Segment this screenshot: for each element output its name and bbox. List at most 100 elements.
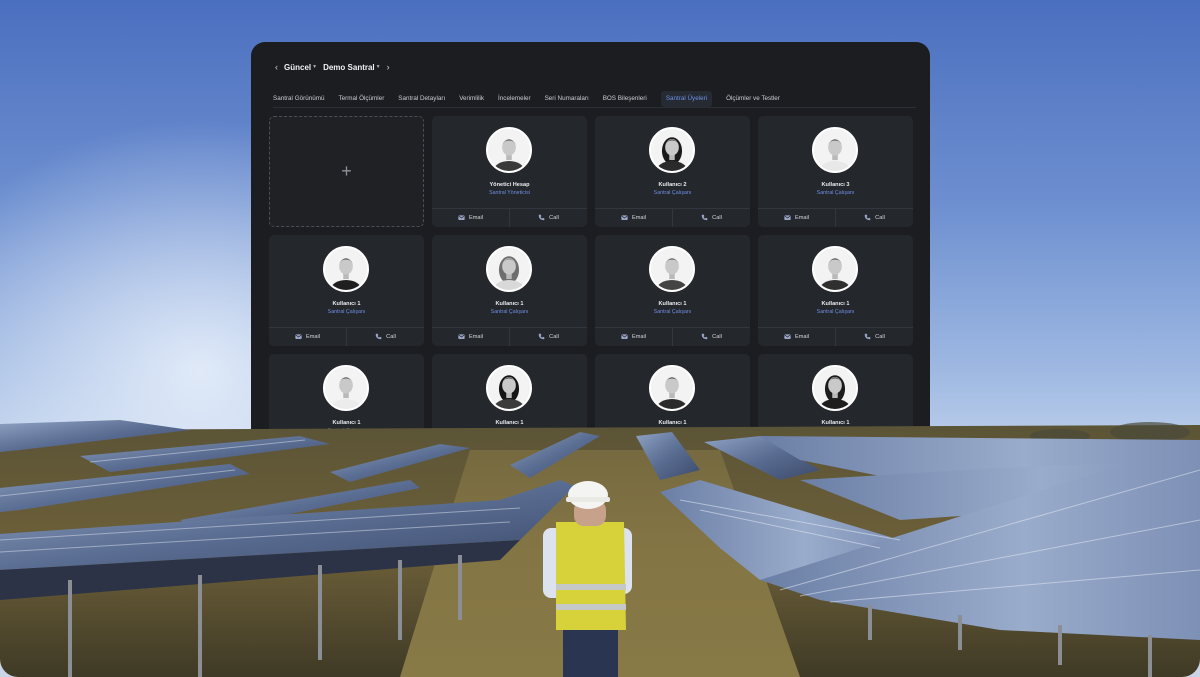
member-card[interactable]: Kullanıcı 1 Santral Çalışanı Email Call: [595, 235, 750, 346]
member-card[interactable]: Kullanıcı 2 Santral Çalışanı Email Call: [595, 116, 750, 227]
tab-termal-l-mler[interactable]: Termal Ölçümler: [338, 91, 384, 107]
call-label: Call: [549, 334, 559, 340]
email-button[interactable]: Email: [758, 209, 835, 227]
card-actions: Email Call: [432, 208, 587, 227]
email-label: Email: [306, 453, 320, 459]
email-button[interactable]: Email: [432, 447, 509, 462]
tab-santral-detaylar[interactable]: Santral Detayları: [398, 91, 445, 107]
mail-icon: [295, 333, 302, 342]
email-button[interactable]: Email: [432, 328, 509, 346]
tab-santral-yeleri[interactable]: Santral Üyeleri: [660, 90, 713, 107]
email-label: Email: [795, 453, 809, 459]
mail-icon: [621, 452, 628, 461]
call-label: Call: [712, 453, 722, 459]
member-name: Yönetici Hesap: [489, 182, 530, 188]
avatar: [812, 246, 858, 292]
member-name: Kullanıcı 2: [658, 182, 687, 188]
period-selector[interactable]: Güncel ▼: [284, 63, 317, 72]
call-button[interactable]: Call: [509, 209, 587, 227]
email-label: Email: [795, 215, 809, 221]
call-label: Call: [875, 453, 885, 459]
email-label: Email: [632, 453, 646, 459]
app-window: ‹ Güncel ▼ Demo Santral ▼ › Santral Görü…: [251, 42, 930, 462]
mail-icon: [784, 333, 791, 342]
call-button[interactable]: Call: [509, 328, 587, 346]
card-actions: Email Call: [758, 327, 913, 346]
email-label: Email: [632, 334, 646, 340]
tab-verimlilik[interactable]: Verimlilik: [459, 91, 484, 107]
member-role: Santral Çalışanı: [653, 190, 692, 196]
avatar: [323, 365, 369, 411]
member-name: Kullanıcı 3: [821, 182, 850, 188]
chevron-left-icon[interactable]: ‹: [275, 62, 278, 72]
card-actions: Email Call: [595, 327, 750, 346]
member-card[interactable]: Kullanıcı 1 Santral Çalışanı Email Call: [432, 354, 587, 462]
period-label: Güncel: [284, 62, 312, 72]
call-label: Call: [712, 334, 722, 340]
tab-bos-bile-enleri[interactable]: BOS Bileşenleri: [603, 91, 647, 107]
avatar: [486, 365, 532, 411]
breadcrumb: ‹ Güncel ▼ Demo Santral ▼ ›: [275, 60, 390, 74]
member-card[interactable]: Kullanıcı 1 Santral Çalışanı Email Call: [432, 235, 587, 346]
call-button[interactable]: Call: [672, 328, 750, 346]
call-button[interactable]: Call: [346, 447, 424, 462]
email-label: Email: [306, 334, 320, 340]
avatar: [649, 365, 695, 411]
email-label: Email: [632, 215, 646, 221]
phone-icon: [538, 333, 545, 342]
email-button[interactable]: Email: [269, 328, 346, 346]
member-card[interactable]: Kullanıcı 1 Santral Çalışanı Email Call: [269, 354, 424, 462]
member-card[interactable]: Kullanıcı 1 Santral Çalışanı Email Call: [758, 235, 913, 346]
card-actions: Email Call: [432, 327, 587, 346]
member-role: Santral Yöneticisi: [489, 190, 530, 196]
mail-icon: [458, 214, 465, 223]
phone-icon: [864, 333, 871, 342]
call-button[interactable]: Call: [835, 328, 913, 346]
member-role: Santral Çalışanı: [490, 309, 529, 315]
call-button[interactable]: Call: [835, 447, 913, 462]
chevron-right-icon[interactable]: ›: [387, 62, 390, 72]
phone-icon: [538, 214, 545, 223]
member-role: Santral Çalışanı: [816, 309, 855, 315]
mail-icon: [458, 333, 465, 342]
email-button[interactable]: Email: [595, 328, 672, 346]
phone-icon: [864, 214, 871, 223]
call-label: Call: [712, 215, 722, 221]
tab-seri-numaralar[interactable]: Seri Numaraları: [545, 91, 589, 107]
tab-l-mler-ve-testler[interactable]: Ölçümler ve Testler: [726, 91, 780, 107]
call-button[interactable]: Call: [672, 209, 750, 227]
member-role: Santral Çalışanı: [816, 190, 855, 196]
phone-icon: [701, 452, 708, 461]
call-button[interactable]: Call: [346, 328, 424, 346]
call-button[interactable]: Call: [835, 209, 913, 227]
tab-i-ncelemeler[interactable]: İncelemeler: [498, 91, 531, 107]
member-card[interactable]: Kullanıcı 1 Santral Çalışanı Email Call: [595, 354, 750, 462]
member-role: Santral Çalışanı: [327, 309, 366, 315]
plus-icon: +: [341, 161, 352, 181]
email-button[interactable]: Email: [758, 447, 835, 462]
email-button[interactable]: Email: [269, 447, 346, 462]
email-button[interactable]: Email: [432, 209, 509, 227]
tab-santral-g-r-n-m[interactable]: Santral Görünümü: [273, 91, 324, 107]
phone-icon: [864, 452, 871, 461]
call-button[interactable]: Call: [672, 447, 750, 462]
card-actions: Email Call: [269, 327, 424, 346]
phone-icon: [701, 333, 708, 342]
mail-icon: [621, 214, 628, 223]
call-label: Call: [875, 215, 885, 221]
email-button[interactable]: Email: [758, 328, 835, 346]
plant-selector[interactable]: Demo Santral ▼: [323, 63, 381, 72]
member-card[interactable]: Kullanıcı 1 Santral Çalışanı Email Call: [269, 235, 424, 346]
add-member-card[interactable]: +: [269, 116, 424, 227]
mail-icon: [458, 452, 465, 461]
member-card[interactable]: Yönetici Hesap Santral Yöneticisi Email Cal…: [432, 116, 587, 227]
email-button[interactable]: Email: [595, 447, 672, 462]
avatar: [649, 127, 695, 173]
card-actions: Email Call: [758, 446, 913, 462]
member-card[interactable]: Kullanıcı 3 Santral Çalışanı Email Call: [758, 116, 913, 227]
phone-icon: [538, 452, 545, 461]
call-button[interactable]: Call: [509, 447, 587, 462]
member-card[interactable]: Kullanıcı 1 Santral Çalışanı Email Call: [758, 354, 913, 462]
member-name: Kullanıcı 1: [495, 420, 524, 426]
email-button[interactable]: Email: [595, 209, 672, 227]
